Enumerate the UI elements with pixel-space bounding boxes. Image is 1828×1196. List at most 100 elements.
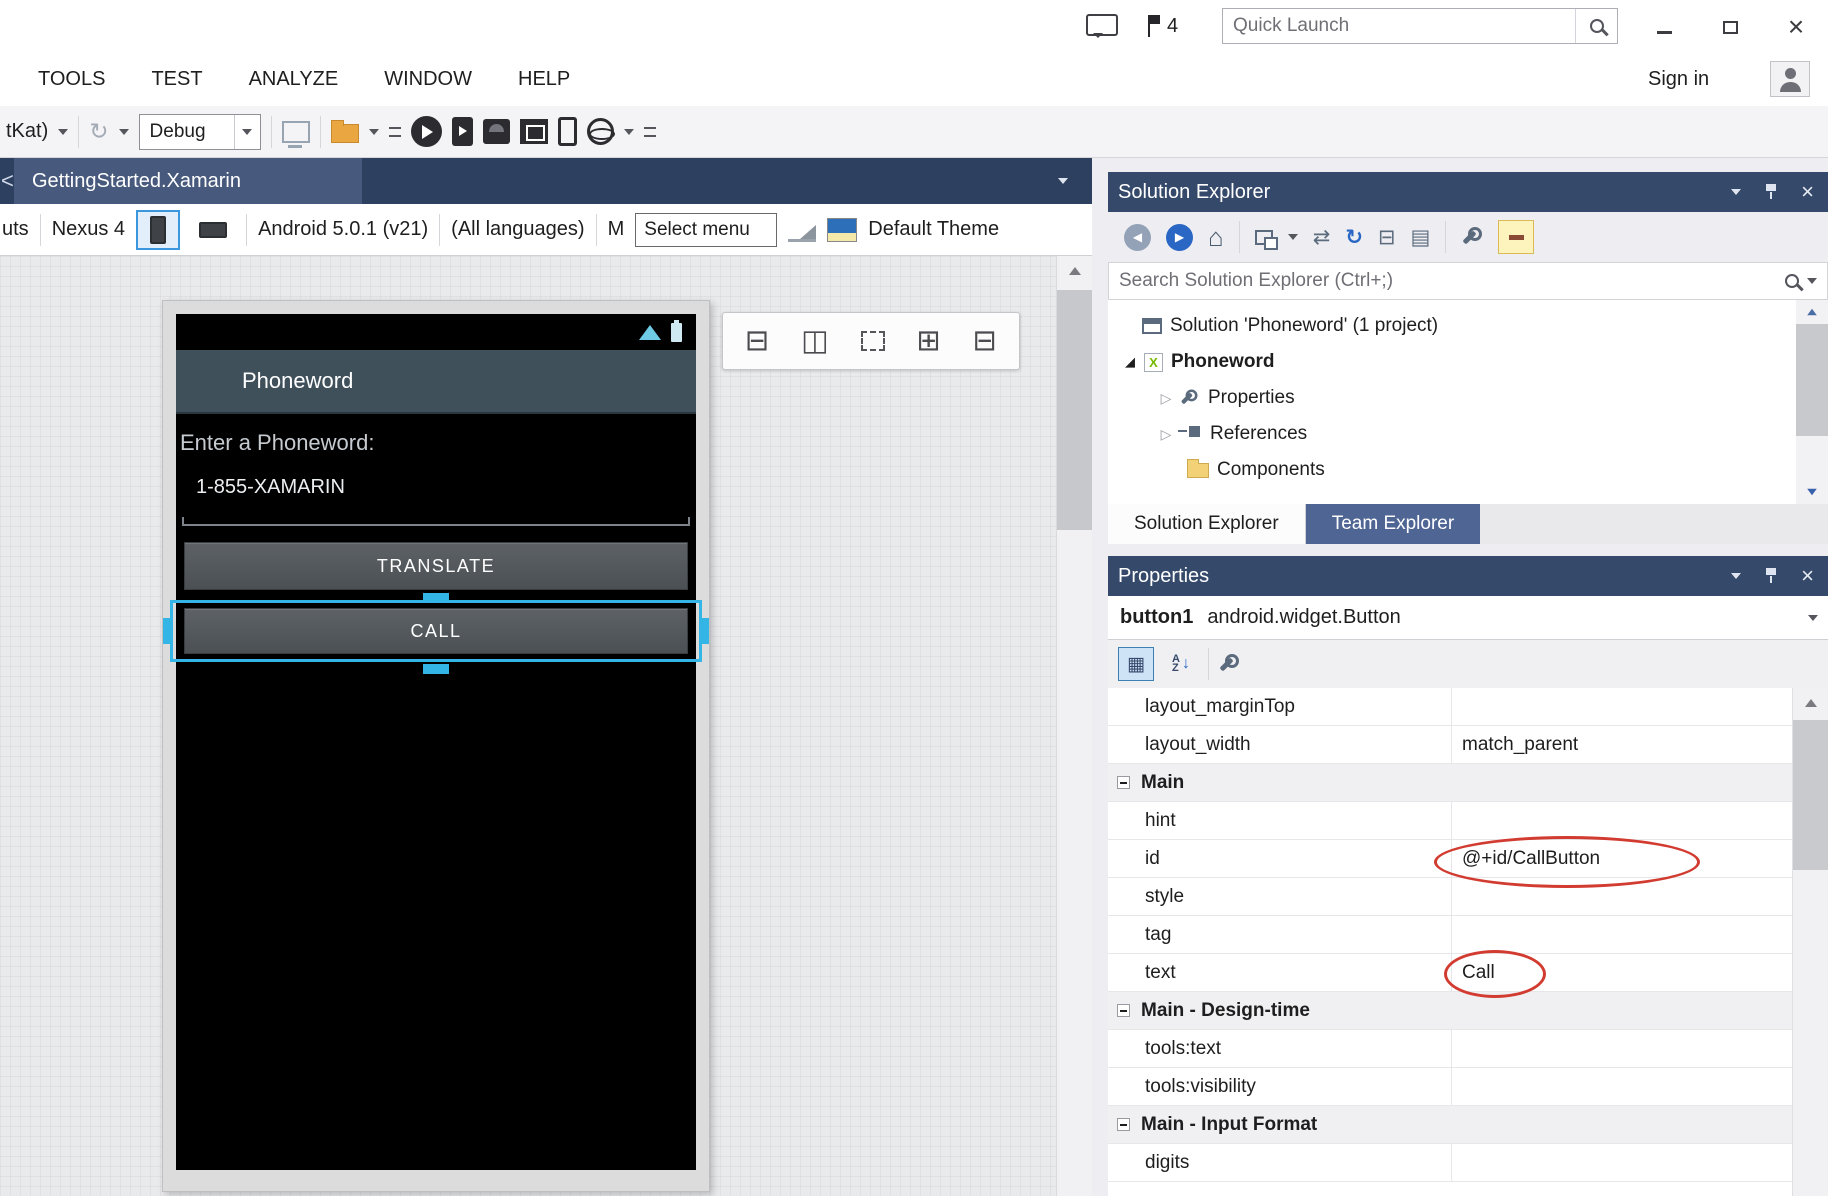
property-value[interactable]: Call xyxy=(1452,954,1792,991)
selection-handle-bottom[interactable] xyxy=(423,664,449,674)
property-row[interactable]: tag xyxy=(1108,916,1792,954)
property-category-row[interactable]: Main - Input Format xyxy=(1108,1106,1792,1144)
scroll-up-arrow[interactable] xyxy=(1793,688,1828,718)
quick-launch-search-zone[interactable] xyxy=(1575,9,1617,43)
categorized-button[interactable]: ▦ xyxy=(1118,647,1154,681)
property-row[interactable]: tools:text xyxy=(1108,1030,1792,1068)
property-category-row[interactable]: Main xyxy=(1108,764,1792,802)
attach-to-process-icon[interactable] xyxy=(282,121,310,143)
select-menu-combo[interactable]: Select menu xyxy=(635,213,777,247)
window-position-caret[interactable] xyxy=(1731,573,1741,579)
toolbar-overflow-icon[interactable] xyxy=(389,127,401,137)
pin-icon[interactable] xyxy=(1765,568,1777,584)
zoom-out-icon[interactable]: ⊟ xyxy=(973,327,997,356)
property-row[interactable]: digits xyxy=(1108,1144,1792,1182)
tree-label[interactable]: Properties xyxy=(1208,387,1295,409)
screenshot-icon[interactable] xyxy=(520,119,548,144)
property-name[interactable]: hint xyxy=(1108,802,1452,839)
tree-row-properties[interactable]: ▷ Properties xyxy=(1108,380,1828,416)
grid-vertical-scrollbar[interactable] xyxy=(1792,688,1828,1196)
minimize-button[interactable] xyxy=(1638,10,1690,44)
solution-configuration-caret[interactable] xyxy=(234,115,260,149)
solution-search-input[interactable] xyxy=(1109,270,1785,292)
window-position-caret[interactable] xyxy=(1731,189,1741,195)
property-row[interactable]: hint xyxy=(1108,802,1792,840)
prompt-textview[interactable]: Enter a Phoneword: xyxy=(180,430,374,456)
theme-editor-icon[interactable] xyxy=(827,218,857,242)
menu-window[interactable]: WINDOW xyxy=(384,68,472,91)
close-icon[interactable]: × xyxy=(1801,181,1814,203)
property-name[interactable]: tools:visibility xyxy=(1108,1068,1452,1105)
object-selector-caret[interactable] xyxy=(1808,615,1818,621)
toolbar-caret[interactable] xyxy=(624,129,634,135)
android-version-selector[interactable]: Android 5.0.1 (v21) xyxy=(258,218,428,241)
rotate-device-icon[interactable] xyxy=(587,118,614,145)
maximize-button[interactable] xyxy=(1704,10,1756,44)
navigate-back-button[interactable]: ◀ xyxy=(1124,224,1151,251)
expander-collapsed-icon[interactable]: ▷ xyxy=(1158,390,1174,407)
tree-label[interactable]: References xyxy=(1210,423,1307,445)
tree-row-references[interactable]: ▷ References xyxy=(1108,416,1828,452)
collapse-category-icon[interactable] xyxy=(1117,776,1130,789)
selection-handle-left[interactable] xyxy=(163,618,173,644)
toolbar-caret[interactable] xyxy=(369,129,379,135)
search-options-caret[interactable] xyxy=(1807,278,1817,284)
home-button[interactable]: ⌂ xyxy=(1208,224,1224,250)
property-value[interactable] xyxy=(1452,802,1792,839)
notifications-button[interactable]: 4 xyxy=(1146,11,1178,41)
pin-icon[interactable] xyxy=(1765,184,1777,200)
android-emulator-manager-icon[interactable] xyxy=(483,119,510,144)
tree-row-components[interactable]: Components xyxy=(1108,452,1828,488)
navigate-forward-button[interactable]: ▶ xyxy=(1166,224,1193,251)
start-debugging-button[interactable] xyxy=(411,116,442,147)
language-selector[interactable]: (All languages) xyxy=(451,218,584,241)
tree-row-solution[interactable]: Solution 'Phoneword' (1 project) xyxy=(1108,308,1828,344)
refresh-button[interactable]: ↻ xyxy=(1345,227,1363,248)
run-on-device-icon[interactable] xyxy=(452,117,473,146)
property-row-id[interactable]: id @+id/CallButton xyxy=(1108,840,1792,878)
undo-caret[interactable] xyxy=(119,129,129,135)
device-selector[interactable]: Nexus 4 xyxy=(52,218,125,241)
expander-collapsed-icon[interactable]: ▷ xyxy=(1158,426,1174,443)
toolbar-overflow-icon[interactable] xyxy=(644,127,656,137)
scrollbar-thumb[interactable] xyxy=(1796,324,1828,436)
alphabetical-sort-button[interactable]: ↓ xyxy=(1163,647,1199,681)
menu-help[interactable]: HELP xyxy=(518,68,570,91)
menu-analyze[interactable]: ANALYZE xyxy=(249,68,339,91)
tree-row-project[interactable]: ◢ Phoneword xyxy=(1108,344,1828,380)
portrait-orientation-button[interactable] xyxy=(136,210,180,250)
tree-vertical-scrollbar[interactable] xyxy=(1796,300,1828,504)
scroll-up-arrow[interactable] xyxy=(1796,300,1828,324)
property-row[interactable]: tools:visibility xyxy=(1108,1068,1792,1106)
user-account-icon[interactable] xyxy=(1770,61,1810,97)
property-value[interactable] xyxy=(1452,916,1792,953)
phone-edittext-value[interactable]: 1-855-XAMARIN xyxy=(196,476,345,499)
designer-vertical-scrollbar[interactable] xyxy=(1056,256,1092,1196)
solution-explorer-search-box[interactable] xyxy=(1108,262,1828,300)
menu-tools[interactable]: TOOLS xyxy=(38,68,105,91)
solution-configuration-combo[interactable]: Debug xyxy=(139,114,261,150)
properties-object-selector[interactable]: button1 android.widget.Button xyxy=(1108,596,1828,640)
property-row[interactable]: layout_marginTop xyxy=(1108,688,1792,726)
wrench-icon[interactable] xyxy=(1461,226,1483,248)
scroll-up-arrow[interactable] xyxy=(1057,256,1092,286)
property-name[interactable]: tag xyxy=(1108,916,1452,953)
undo-icon[interactable]: ↻ xyxy=(89,118,108,145)
zoom-in-icon[interactable]: ⊞ xyxy=(916,327,940,356)
sign-in-link[interactable]: Sign in xyxy=(1648,52,1709,106)
selection-handle-top[interactable] xyxy=(423,593,449,603)
property-value[interactable] xyxy=(1452,1030,1792,1067)
preview-selected-items-button[interactable] xyxy=(1498,220,1534,254)
property-name[interactable]: style xyxy=(1108,878,1452,915)
property-name[interactable]: id xyxy=(1108,840,1452,877)
device-portrait-icon[interactable] xyxy=(558,117,577,146)
scrollbar-thumb[interactable] xyxy=(1057,290,1092,530)
collapse-category-icon[interactable] xyxy=(1117,1118,1130,1131)
property-pages-icon[interactable] xyxy=(1218,653,1240,675)
expander-expanded-icon[interactable]: ◢ xyxy=(1122,354,1138,370)
collapse-category-icon[interactable] xyxy=(1117,1004,1130,1017)
selection-bounds-icon[interactable] xyxy=(861,331,885,351)
theme-selector[interactable]: Default Theme xyxy=(868,218,999,241)
property-row[interactable]: layout_width match_parent xyxy=(1108,726,1792,764)
close-icon[interactable]: × xyxy=(1801,565,1814,587)
